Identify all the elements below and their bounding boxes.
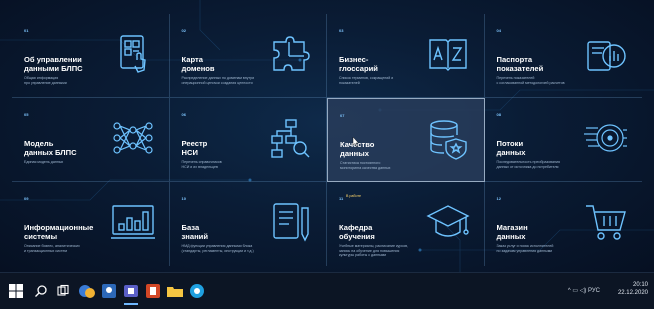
network-icon[interactable]: ▭ [572,288,578,294]
clock-time: 20:10 [632,282,648,288]
language-indicator[interactable]: РУС [588,288,600,294]
tile-description: Заказ услуг и поиск исполнителей по зада… [496,244,554,253]
graduation-cap-icon [425,200,470,244]
tile-number: 01 [24,28,29,33]
database-shield-icon [426,117,470,161]
tray-arrow-icon[interactable]: ^ [568,288,571,294]
tile-number: 02 [181,28,186,33]
tile-indicator-passports[interactable]: 04 Паспорта показателей Перечень показат… [484,14,642,98]
task-view-icon[interactable] [56,284,70,298]
hierarchy-search-icon [268,116,312,160]
taskbar-app-powerpoint-icon[interactable] [144,282,162,300]
tile-description: Список терминов, сокращений и показателе… [339,76,394,85]
taskbar-app-folder-icon[interactable] [166,282,184,300]
tile-title: Паспорта показателей [496,55,544,73]
app-background: 01 Об управлении данными БЛПС Общая инфо… [0,0,654,272]
tile-description: Последовательность преобразования данных… [496,160,560,169]
tile-number: 08 [496,112,501,117]
tile-title: Карта доменов [181,55,215,73]
neural-network-icon [111,116,155,160]
taskbar-app-teams-icon[interactable] [122,282,140,305]
tile-data-shop[interactable]: 12 Магазин данных Заказ услуг и поиск ис… [485,182,643,266]
status-badge: В работе [346,194,361,198]
tile-title: Бизнес- глоссарий [339,55,378,73]
tile-data-quality[interactable]: 07 Качество данных Статистика постоянног… [327,98,485,182]
taskbar-app-chat-icon[interactable] [78,282,96,300]
tile-number: 05 [24,112,29,117]
tile-number: 04 [496,28,501,33]
tile-number: 07 [340,113,345,118]
tile-description: Описание бизнес, аналитических и транзак… [24,244,80,253]
windows-taskbar: ^ ▭ ◁) РУС 20:10 22.12.2020 [0,272,654,309]
monitor-chart-icon [110,200,155,244]
clock-date: 22.12.2020 [617,290,648,296]
tile-title: Об управлении данными БЛПС [24,55,83,73]
tile-description: Перечень справочников НСИ и их владельце… [181,160,222,169]
tile-title: Реестр НСИ [181,139,208,157]
system-tray[interactable]: ^ ▭ ◁) РУС [568,287,600,294]
tile-title: Кафедра обучения [339,223,375,241]
tile-number: 11 [339,196,344,201]
tile-information-systems[interactable]: 09 Информационные системы Описание бизне… [12,182,170,266]
tile-nsi-registry[interactable]: 06 Реестр НСИ Перечень справочников НСИ … [169,98,327,182]
menu-grid: 01 Об управлении данными БЛПС Общая инфо… [12,14,642,266]
tile-description: Общая информация про управление данными [24,76,67,85]
tile-description: Единая модель данных [24,160,64,164]
tile-description: НМД функции управления данными блока (ст… [181,244,254,253]
tile-number: 03 [339,28,344,33]
search-icon[interactable] [34,284,48,298]
shopping-cart-icon [584,200,628,244]
tile-description: Статистика постоянного мониторинга качес… [340,161,391,170]
tile-title: Магазин данных [496,223,528,241]
tile-data-model[interactable]: 05 Модель данных БЛПС Единая модель данн… [12,98,170,182]
tablet-touch-icon [111,32,155,76]
tile-training-department[interactable]: 11 В работе Кафедра обучения Учебные мат… [327,182,485,266]
tile-title: Модель данных БЛПС [24,139,77,157]
tile-number: 10 [181,196,186,201]
tile-title: Информационные системы [24,223,94,241]
tile-description: Перечень показателей с согласованной мет… [496,76,565,85]
taskbar-app-browser-icon[interactable] [188,282,206,300]
volume-icon[interactable]: ◁) [580,288,587,294]
taskbar-clock[interactable]: 20:10 22.12.2020 [604,281,648,297]
windows-start-icon[interactable] [8,283,24,299]
data-flow-icon [584,116,628,160]
tile-business-glossary[interactable]: 03 Бизнес- глоссарий Список терминов, со… [327,14,485,98]
mouse-cursor-icon [352,137,359,147]
tile-title: Потоки данных [496,139,526,157]
tile-data-flows[interactable]: 08 Потоки данных Последовательность прео… [484,98,642,182]
report-chart-icon [584,32,628,76]
tile-number: 09 [24,196,29,201]
dictionary-az-icon [426,32,470,76]
tile-description: Учебные материалы, расписание курсов, за… [339,244,409,258]
tile-number: 12 [496,196,501,201]
tile-description: Распределение данных по доменам внутри о… [181,76,255,85]
knowledge-book-icon [268,200,312,244]
tile-knowledge-base[interactable]: 10 База знаний НМД функции управления да… [170,182,327,266]
puzzle-icon [268,32,312,76]
taskbar-app-user-icon[interactable] [100,282,118,300]
tile-title: База знаний [181,223,209,241]
tile-data-management-about[interactable]: 01 Об управлении данными БЛПС Общая инфо… [12,14,170,98]
tile-number: 06 [181,112,186,117]
tile-domain-map[interactable]: 02 Карта доменов Распределение данных по… [169,14,327,98]
